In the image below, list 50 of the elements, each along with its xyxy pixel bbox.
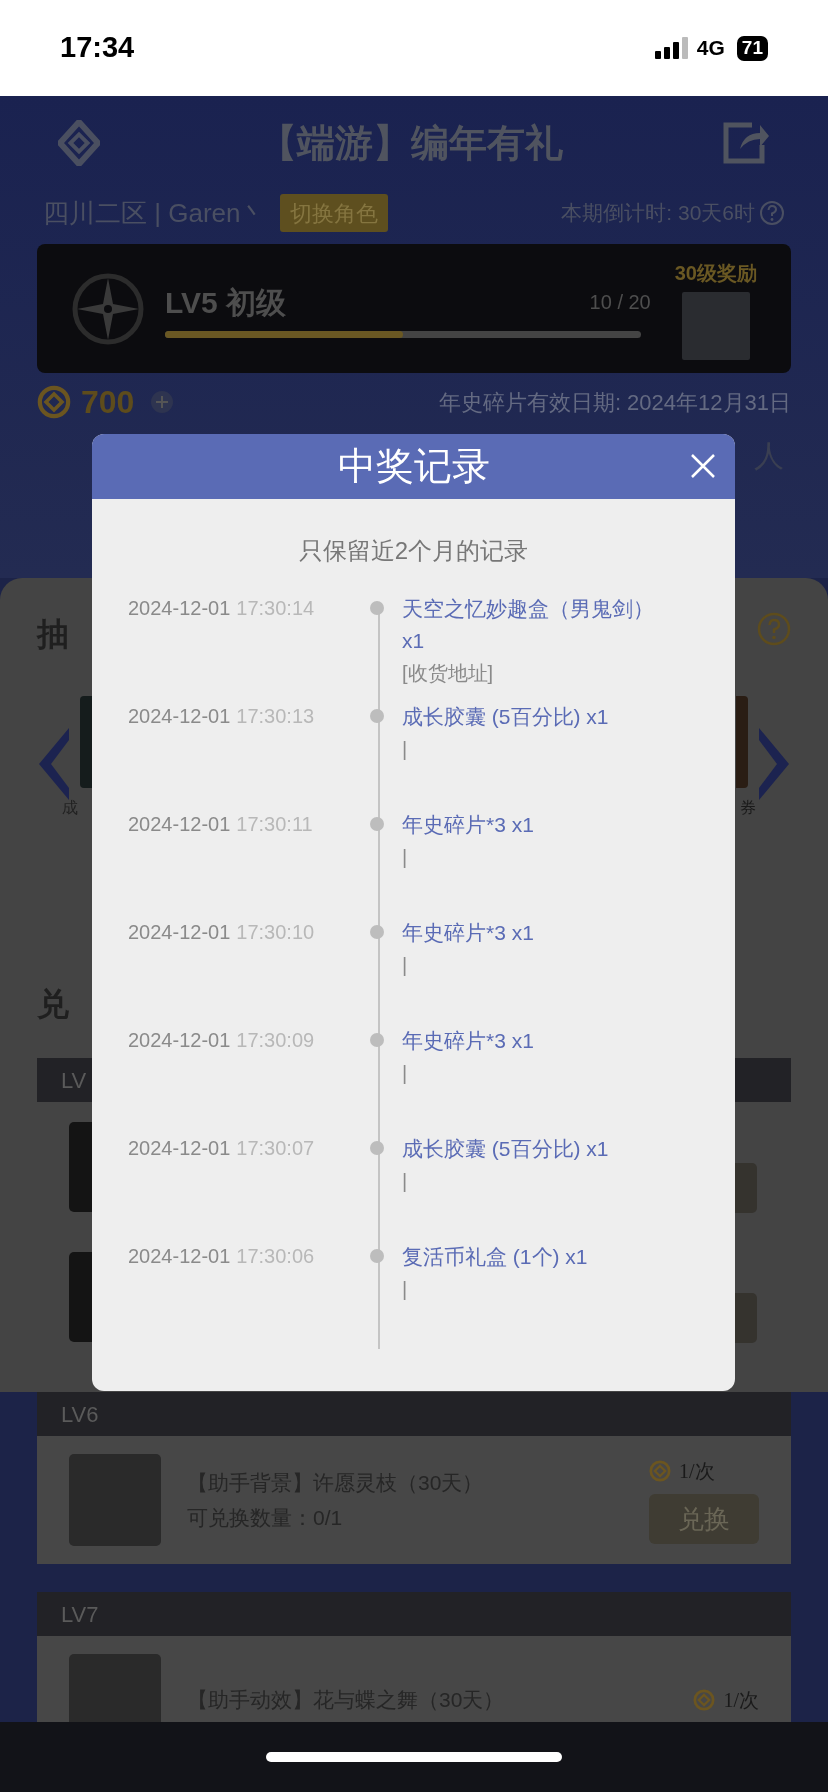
record-note: |: [402, 845, 409, 870]
expiry-label: 年史碎片有效日期: 2024年12月31日: [438, 388, 791, 417]
record-note: |: [402, 1061, 409, 1086]
battery-indicator: 71: [736, 35, 768, 61]
exchange-button-background: [735, 1163, 757, 1213]
level-label: LV5 初级: [165, 284, 287, 321]
share-icon[interactable]: [722, 121, 770, 165]
chevron-right-icon[interactable]: [757, 726, 791, 802]
dialog-title: 中奖记录: [337, 444, 490, 489]
record-note: |: [402, 737, 409, 762]
close-icon[interactable]: [689, 452, 717, 480]
record-note: |: [402, 1277, 409, 1302]
reward-image-placeholder: [681, 291, 750, 360]
chevron-left-icon[interactable]: [37, 726, 71, 802]
coin-icon: [37, 385, 71, 419]
coin-icon: [649, 1460, 671, 1482]
add-icon[interactable]: [150, 390, 175, 414]
exchange-button-background: [735, 1293, 757, 1343]
dialog-subtitle: 只保留近2个月的记录: [297, 536, 530, 566]
status-time: 17:34: [60, 30, 135, 66]
signal-icon: [654, 37, 689, 59]
record-date: 2024-12-01: [128, 812, 231, 837]
record-item: 年史碎片*3 x1: [402, 1028, 535, 1054]
record-item: 复活币礼盒 (1个) x1: [402, 1244, 589, 1270]
record-item: 天空之忆妙趣盒（男鬼剑）x1: [402, 596, 655, 654]
help-icon[interactable]: [757, 612, 791, 646]
record-item: 年史碎片*3 x1: [402, 812, 535, 838]
record-date: 2024-12-01: [128, 920, 231, 945]
record-note: [收货地址]: [402, 661, 495, 686]
level-strip-label: LV7: [61, 1600, 99, 1629]
record-date: 2024-12-01: [128, 704, 231, 729]
record-note: |: [402, 953, 409, 978]
record-date: 2024-12-01: [128, 596, 231, 621]
record-item: 成长胶囊 (5百分比) x1: [402, 704, 610, 730]
network-label: 4G: [696, 35, 725, 62]
record-note: |: [402, 1169, 409, 1194]
level-strip-label: LV: [61, 1066, 87, 1095]
record-date: 2024-12-01: [128, 1028, 231, 1053]
record-item: 年史碎片*3 x1: [402, 920, 535, 946]
help-icon[interactable]: [759, 200, 785, 226]
coin-icon: [693, 1689, 716, 1711]
coin-amount: 700: [81, 383, 135, 422]
level-strip-label: LV6: [61, 1400, 99, 1429]
progress-count: 10 / 20: [589, 290, 651, 315]
record-date: 2024-12-01: [128, 1136, 231, 1161]
record-date: 2024-12-01: [128, 1244, 231, 1269]
logo-icon: [58, 120, 100, 166]
reward-label: 30级奖励: [674, 260, 757, 286]
record-item: 成长胶囊 (5百分比) x1: [402, 1136, 610, 1162]
compass-icon: [71, 271, 145, 346]
